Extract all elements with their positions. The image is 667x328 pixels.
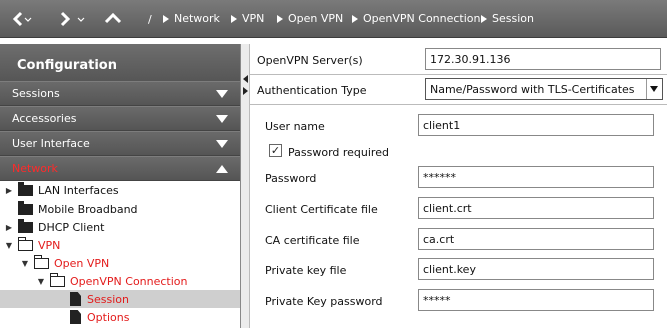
sidebar-title: Configuration (0, 44, 240, 81)
chevron-right-icon (60, 11, 85, 27)
panel-splitter[interactable] (241, 44, 250, 328)
section-label: Accessories (12, 112, 77, 125)
folder-icon (18, 218, 33, 233)
sidebar-section-network[interactable]: Network (0, 156, 240, 181)
expand-arrow-icon[interactable]: ▶ (4, 186, 14, 195)
session-form: OpenVPN Server(s) Authentication Type Na… (250, 44, 667, 328)
sidebar-section-user-interface[interactable]: User Interface (0, 131, 240, 156)
folder-open-icon (49, 272, 65, 287)
document-icon (70, 292, 81, 306)
tree-label: Open VPN (54, 256, 110, 270)
breadcrumb-arrow-icon (277, 14, 283, 23)
breadcrumb-arrow-icon (481, 14, 487, 23)
password-required-label: Password required (288, 146, 389, 159)
folder-open-icon (33, 254, 49, 269)
divider (250, 104, 667, 105)
breadcrumb-arrow-icon (231, 14, 237, 23)
document-icon (70, 310, 81, 324)
up-button[interactable] (103, 8, 123, 30)
chevron-down-icon (216, 140, 228, 148)
server-input[interactable] (425, 48, 661, 70)
breadcrumb-item-session[interactable]: Session (481, 12, 534, 25)
private-key-input[interactable] (418, 258, 654, 280)
private-key-password-label: Private Key password (265, 295, 383, 308)
tree-item-lan-interfaces[interactable]: ▶ LAN Interfaces (4, 181, 240, 199)
client-cert-label: Client Certificate file (265, 203, 378, 216)
tree-item-session[interactable]: Session (0, 290, 240, 308)
collapse-left-icon[interactable] (243, 75, 248, 83)
folder-icon (18, 181, 33, 196)
tree-item-options[interactable]: Options (70, 308, 240, 326)
chevron-up-icon (216, 165, 228, 173)
dropdown-arrow-icon (650, 86, 658, 92)
sidebar: Configuration Sessions Accessories User … (0, 44, 241, 328)
chevron-left-icon (12, 11, 32, 27)
tree-item-openvpn-connection[interactable]: ▼ OpenVPN Connection (36, 272, 240, 290)
folder-open-icon (17, 236, 33, 251)
forward-button[interactable] (56, 8, 90, 30)
breadcrumb-label: Open VPN (288, 12, 344, 25)
breadcrumb-arrow-icon (352, 14, 358, 23)
breadcrumb-item-open-vpn[interactable]: Open VPN (277, 12, 343, 25)
auth-type-select[interactable]: Name/Password with TLS-Certificates (425, 78, 663, 100)
breadcrumb-label: Session (492, 12, 534, 25)
tree-label: LAN Interfaces (38, 183, 119, 197)
checkmark-icon: ✓ (270, 144, 281, 157)
collapse-arrow-icon[interactable]: ▼ (4, 241, 14, 250)
tree-item-vpn[interactable]: ▼ VPN (4, 236, 240, 254)
breadcrumb-label: Network (174, 12, 220, 25)
ca-cert-input[interactable] (418, 228, 654, 250)
tree-item-open-vpn[interactable]: ▼ Open VPN (20, 254, 240, 272)
sidebar-section-sessions[interactable]: Sessions (0, 81, 240, 106)
expand-right-icon[interactable] (243, 87, 248, 95)
tree-item-dhcp-client[interactable]: ▶ DHCP Client (4, 218, 240, 236)
collapse-arrow-icon[interactable]: ▼ (20, 259, 30, 268)
collapse-arrow-icon[interactable]: ▼ (36, 277, 46, 286)
tree-label: VPN (38, 238, 61, 252)
breadcrumb-arrow-icon (163, 14, 169, 23)
toolbar: / Network VPN Open VPN OpenVPN Connectio… (0, 0, 667, 38)
client-cert-input[interactable] (418, 197, 654, 219)
username-label: User name (265, 120, 325, 133)
back-button[interactable] (10, 8, 32, 30)
tree-item-mobile-broadband[interactable]: Mobile Broadband (4, 200, 240, 218)
chevron-up-icon (104, 12, 122, 24)
chevron-down-icon (216, 90, 228, 98)
password-label: Password (265, 172, 317, 185)
section-label: Network (12, 162, 58, 175)
private-key-password-input[interactable] (418, 289, 654, 311)
ca-cert-label: CA certificate file (265, 234, 360, 247)
tree-label: Mobile Broadband (38, 202, 138, 216)
auth-type-label: Authentication Type (257, 84, 367, 97)
breadcrumb-item-openvpn-connection[interactable]: OpenVPN Connection (352, 12, 481, 25)
breadcrumb-label: VPN (242, 12, 265, 25)
password-required-checkbox[interactable]: ✓ (269, 144, 282, 157)
tree-label: Session (87, 292, 129, 306)
folder-icon (18, 200, 33, 215)
breadcrumb-label: OpenVPN Connection (363, 12, 481, 25)
section-label: Sessions (12, 87, 60, 100)
chevron-down-icon (216, 115, 228, 123)
sidebar-section-accessories[interactable]: Accessories (0, 106, 240, 131)
private-key-label: Private key file (265, 264, 347, 277)
tree-label: Options (87, 310, 130, 324)
breadcrumb-item-vpn[interactable]: VPN (231, 12, 264, 25)
divider (250, 74, 667, 75)
username-input[interactable] (418, 114, 654, 136)
tree-label: DHCP Client (38, 220, 105, 234)
expand-arrow-icon[interactable]: ▶ (4, 223, 14, 232)
auth-type-value: Name/Password with TLS-Certificates (430, 82, 635, 96)
password-input[interactable] (418, 166, 654, 188)
tree-label: OpenVPN Connection (70, 274, 188, 288)
breadcrumb-item-network[interactable]: Network (163, 12, 220, 25)
server-label: OpenVPN Server(s) (257, 54, 363, 67)
breadcrumb-separator: / (148, 13, 152, 26)
section-label: User Interface (12, 137, 90, 150)
